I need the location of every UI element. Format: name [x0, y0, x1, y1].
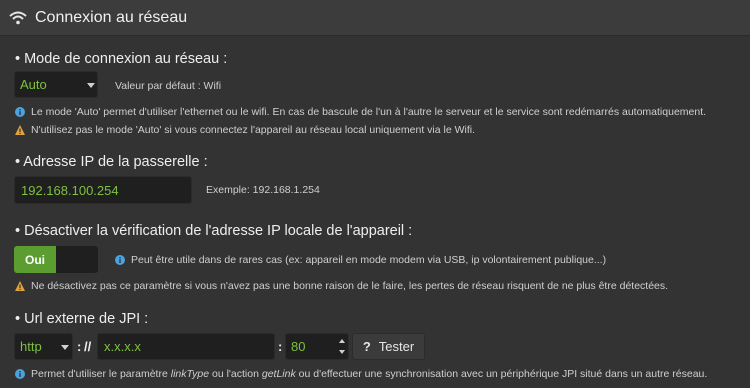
info-icon: [15, 369, 25, 379]
jpi-protocol-select[interactable]: http: [14, 333, 73, 360]
mode-select[interactable]: Auto: [14, 71, 98, 98]
jpi-host-value: x.x.x.x: [104, 339, 141, 354]
disable-check-warn-note: Ne désactivez pas ce paramètre si vous n…: [15, 280, 668, 292]
info-icon: [15, 107, 25, 117]
mode-info-text: Le mode 'Auto' permet d'utiliser l'ether…: [31, 106, 707, 118]
chevron-down-icon: [87, 83, 95, 88]
jpi-info-getlink: getLink: [261, 368, 296, 380]
jpi-info-text-a: Permet d'utiliser le paramètre: [31, 368, 171, 380]
jpi-info-text-e: ou d'effectuer une synchronisation avec …: [295, 368, 708, 380]
mode-info-note: Le mode 'Auto' permet d'utiliser l'ether…: [15, 106, 706, 118]
jpi-port-input[interactable]: 80: [285, 333, 349, 360]
panel-header: Connexion au réseau: [0, 0, 750, 36]
question-icon: ?: [362, 339, 371, 354]
mode-warn-note: N'utilisez pas le mode 'Auto' si vous co…: [15, 124, 475, 136]
jpi-protocol-value: http: [20, 339, 42, 354]
disable-check-info-text: Peut être utile dans de rares cas (ex: a…: [131, 254, 607, 266]
jpi-info-text-c: ou l'action: [209, 368, 262, 380]
gateway-ip-value: 192.168.100.254: [21, 182, 119, 198]
info-icon: [115, 255, 125, 265]
warning-icon: [15, 281, 25, 291]
test-button-label: Tester: [378, 339, 415, 354]
mode-warn-text: N'utilisez pas le mode 'Auto' si vous co…: [31, 124, 475, 136]
protocol-colon: :: [77, 339, 82, 354]
toggle-on-label: Oui: [14, 246, 56, 273]
spin-down-icon[interactable]: [339, 350, 345, 354]
disable-check-warn-text: Ne désactivez pas ce paramètre si vous n…: [31, 280, 669, 292]
warning-icon: [15, 125, 25, 135]
wifi-icon: [9, 11, 27, 24]
test-button[interactable]: ? Tester: [352, 333, 425, 360]
disable-check-info: Peut être utile dans de rares cas (ex: a…: [115, 254, 606, 266]
port-colon: :: [278, 339, 283, 354]
panel-title: Connexion au réseau: [35, 8, 188, 26]
mode-select-value: Auto: [20, 77, 47, 92]
gateway-ip-input[interactable]: 192.168.100.254: [14, 176, 192, 204]
gateway-example-text: Exemple: 192.168.1.254: [206, 184, 320, 196]
gateway-section-title: • Adresse IP de la passerelle :: [15, 154, 208, 170]
protocol-slashes: //: [84, 339, 92, 354]
mode-default-text: Valeur par défaut : Wifi: [115, 80, 222, 92]
jpi-port-value: 80: [291, 339, 306, 354]
jpi-host-input[interactable]: x.x.x.x: [97, 333, 275, 360]
spin-up-icon[interactable]: [339, 339, 345, 343]
jpi-info-linktype: linkType: [170, 368, 210, 380]
mode-section-title: • Mode de connexion au réseau :: [15, 51, 228, 67]
disable-check-toggle[interactable]: Oui: [14, 246, 98, 273]
disable-check-section-title: • Désactiver la vérification de l'adress…: [15, 223, 413, 239]
jpi-section-title: • Url externe de JPI :: [15, 311, 149, 327]
chevron-down-icon: [61, 345, 69, 350]
jpi-info-note: Permet d'utiliser le paramètre linkType …: [15, 368, 707, 380]
